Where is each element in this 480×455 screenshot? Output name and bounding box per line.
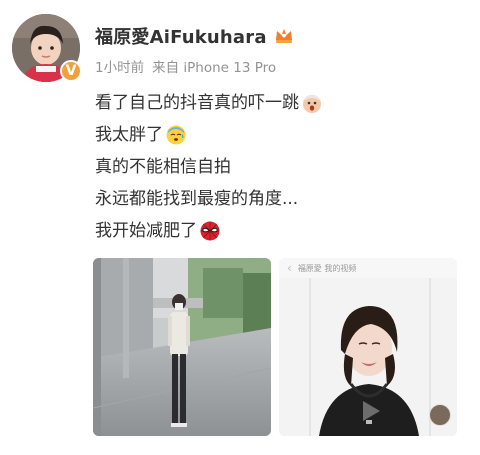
username-row: 福原愛AiFukuhara [95, 22, 470, 50]
post-line-5: 我开始减肥了 [95, 215, 470, 247]
verified-badge: V [60, 60, 82, 82]
video-thumbnail[interactable]: ‹ 福原愛 我的视频 [279, 258, 457, 436]
photo-thumbnail[interactable] [93, 258, 271, 436]
username-link[interactable]: 福原愛AiFukuhara [95, 23, 267, 49]
post-line-3-text: 真的不能相信自拍 [95, 157, 231, 177]
play-icon[interactable] [357, 398, 383, 424]
post-line-3: 真的不能相信自拍 [95, 151, 470, 183]
video-topbar: ‹ 福原愛 我的视频 [279, 258, 457, 278]
mini-avatar[interactable] [429, 404, 451, 426]
post-header: 福原愛AiFukuhara 1小时前 来自 iPhone 13 Pro [95, 22, 470, 76]
post-time[interactable]: 1小时前 [95, 56, 144, 76]
crown-icon[interactable] [273, 25, 295, 47]
post-line-4-text: 永远都能找到最瘦的角度... [95, 189, 299, 209]
spider-man-emoji-icon [199, 220, 221, 242]
weibo-post: V 福原愛AiFukuhara 1小时前 来自 iPhone 13 Pro 看了… [0, 0, 480, 455]
media-row: ‹ 福原愛 我的视频 [93, 258, 457, 436]
video-topbar-text: 福原愛 我的视频 [297, 263, 357, 273]
post-line-1: 看了自己的抖音真的吓一跳 [95, 87, 470, 119]
post-content: 看了自己的抖音真的吓一跳 我太胖了 真的不能相信自拍 永远都能找到最瘦的角度..… [95, 87, 470, 247]
post-line-5-text: 我开始减肥了 [95, 221, 197, 241]
avatar-container[interactable]: V [12, 14, 82, 82]
post-line-1-text: 看了自己的抖音真的吓一跳 [95, 93, 299, 113]
shocked-face-emoji-icon [301, 92, 323, 114]
back-arrow-icon: ‹ [287, 261, 292, 275]
post-meta: 1小时前 来自 iPhone 13 Pro [95, 56, 470, 76]
post-line-4: 永远都能找到最瘦的角度... [95, 183, 470, 215]
cold-sweat-face-emoji-icon [165, 124, 187, 146]
post-line-2: 我太胖了 [95, 119, 470, 151]
post-line-2-text: 我太胖了 [95, 125, 163, 145]
post-source: 来自 iPhone 13 Pro [152, 60, 277, 76]
